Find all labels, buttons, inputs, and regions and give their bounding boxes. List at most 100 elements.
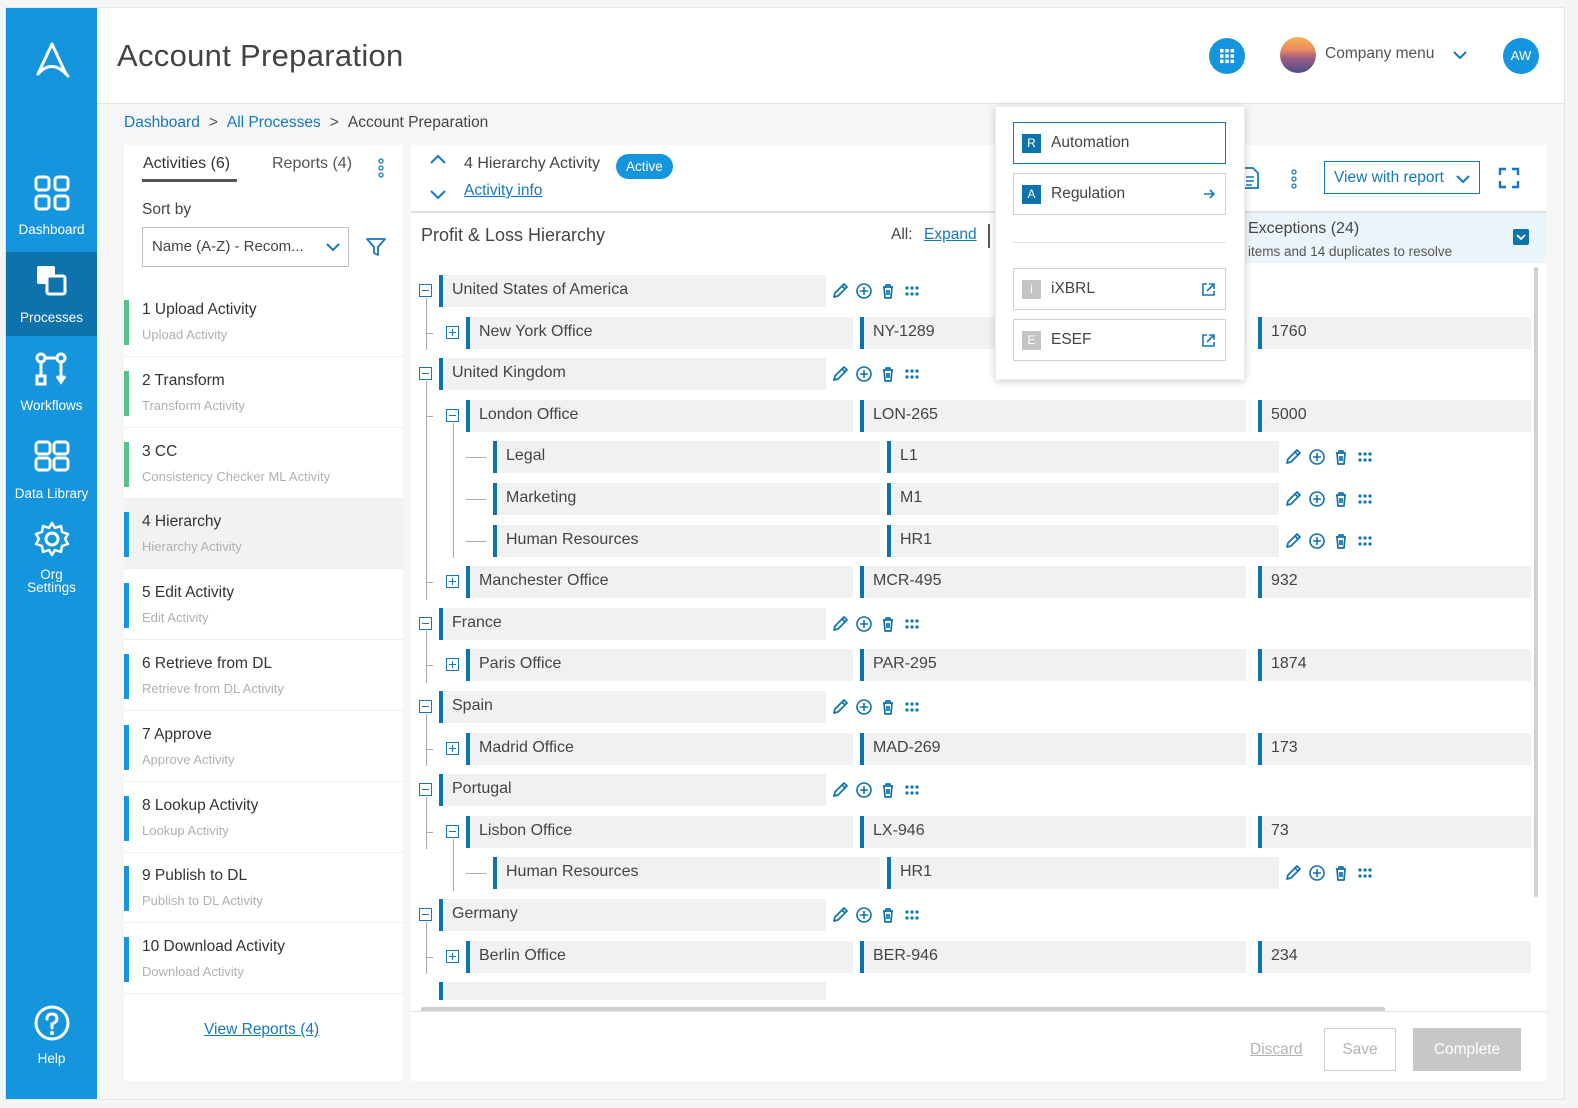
collapse-toggle[interactable] [419,700,432,713]
collapse-toggle[interactable] [446,408,459,422]
tree-node[interactable]: United States of America [439,275,826,307]
breadcrumb-all-processes[interactable]: All Processes [227,114,321,131]
amount-cell[interactable]: 5000 [1258,399,1531,432]
complete-button[interactable]: Complete [1413,1028,1521,1071]
trash-icon[interactable] [1332,490,1350,508]
app-logo[interactable] [30,38,74,82]
vertical-scrollbar[interactable] [1534,267,1538,897]
kebab-menu-icon[interactable] [1291,169,1297,189]
amount-cell[interactable]: 173 [1258,732,1531,765]
expand-all-link[interactable]: Expand [924,226,977,244]
tree-node[interactable]: Lisbon Office [466,815,853,848]
tree-node[interactable]: Marketing [493,483,880,515]
trash-icon[interactable] [879,698,897,716]
tree-node[interactable]: United Kingdom [439,358,826,391]
activity-list-item[interactable]: 2 Transform Transform Activity [124,357,403,428]
trash-icon[interactable] [1332,532,1350,550]
drag-handle-icon[interactable] [903,365,921,383]
tree-node[interactable]: Human Resources [493,857,880,890]
amount-cell[interactable]: 1874 [1258,649,1531,682]
chevron-down-icon[interactable] [1453,50,1467,60]
activity-list-item[interactable]: 6 Retrieve from DL Retrieve from DL Activ… [124,641,403,711]
tree-node[interactable] [439,982,826,1000]
edit-icon[interactable] [831,906,849,924]
drag-handle-icon[interactable] [903,906,921,924]
drag-handle-icon[interactable] [903,698,921,716]
add-icon[interactable] [855,906,873,924]
amount-cell[interactable]: 1760 [1258,316,1531,349]
add-icon[interactable] [1308,448,1326,466]
drag-handle-icon[interactable] [1356,864,1374,882]
tree-node[interactable]: Spain [439,691,826,723]
add-icon[interactable] [1308,532,1326,550]
drag-handle-icon[interactable] [903,781,921,799]
tree-node[interactable]: Germany [439,899,826,931]
amount-cell[interactable]: 234 [1258,940,1531,973]
trash-icon[interactable] [879,282,897,300]
view-with-report-button[interactable]: View with report [1324,161,1480,194]
activity-info-link[interactable]: Activity info [464,182,542,200]
collapse-toggle[interactable] [419,367,432,381]
edit-icon[interactable] [831,698,849,716]
exceptions-panel[interactable]: Exceptions (24) items and 14 duplicates … [1241,213,1546,263]
tree-node[interactable]: Berlin Office [466,940,853,973]
add-icon[interactable] [1308,490,1326,508]
add-icon[interactable] [855,781,873,799]
code-cell[interactable]: M1 [887,483,1279,515]
trash-icon[interactable] [879,365,897,383]
drag-handle-icon[interactable] [1356,448,1374,466]
collapse-toggle[interactable] [419,783,432,797]
tree-node[interactable]: Manchester Office [466,566,853,599]
code-cell[interactable]: MCR-495 [860,566,1246,599]
apps-button[interactable] [1209,38,1245,74]
amount-cell[interactable]: 73 [1258,815,1531,848]
tab-reports[interactable]: Reports (4) [272,155,352,173]
discard-button[interactable]: Discard [1250,1041,1303,1059]
expand-toggle[interactable] [446,325,459,339]
activity-list-item[interactable]: 1 Upload Activity Upload Activity [124,287,403,357]
add-icon[interactable] [855,365,873,383]
expand-toggle[interactable] [446,741,459,755]
user-avatar[interactable]: AW [1503,38,1539,74]
tab-activities[interactable]: Activities (6) [143,155,230,173]
breadcrumb-dashboard[interactable]: Dashboard [124,114,200,131]
kebab-menu-icon[interactable] [378,158,384,178]
sidebar-item-org-settings[interactable]: Org Settings [6,512,97,596]
edit-icon[interactable] [1284,864,1302,882]
activity-list-item[interactable]: 5 Edit Activity Edit Activity [124,570,403,641]
help-button[interactable]: Help [6,1002,97,1086]
activity-list-item[interactable]: 3 CC Consistency Checker ML Activity [124,428,403,499]
menu-item-ixbrl[interactable]: i iXBRL [1013,268,1226,310]
view-reports-link[interactable]: View Reports (4) [204,1021,319,1039]
add-icon[interactable] [855,615,873,633]
add-icon[interactable] [855,698,873,716]
tree-node[interactable]: Madrid Office [466,732,853,765]
activity-list-item[interactable]: 10 Download Activity Download Activity [124,924,403,995]
activity-list-item[interactable]: 7 Approve Approve Activity [124,711,403,782]
sort-select[interactable]: Name (A-Z) - Recom... [142,227,349,267]
collapse-toggle[interactable] [419,284,432,297]
chevron-up-icon[interactable] [429,153,447,165]
edit-icon[interactable] [831,365,849,383]
trash-icon[interactable] [1332,448,1350,466]
fullscreen-icon[interactable] [1498,167,1520,189]
sidebar-item-processes[interactable]: Processes [6,252,97,336]
trash-icon[interactable] [1332,864,1350,882]
edit-icon[interactable] [1284,448,1302,466]
tree-node[interactable]: France [439,607,826,640]
tree-node[interactable]: Legal [493,441,880,474]
chevron-down-icon[interactable] [429,189,447,201]
tree-node[interactable]: Paris Office [466,649,853,682]
sidebar-item-data-library[interactable]: Data Library [6,428,97,512]
activity-list-item[interactable]: 9 Publish to DL Publish to DL Activity [124,853,403,924]
drag-handle-icon[interactable] [1356,532,1374,550]
tree-node[interactable]: Portugal [439,774,826,807]
filter-icon[interactable] [365,236,387,258]
company-avatar[interactable] [1280,37,1316,73]
expand-toggle[interactable] [446,658,459,672]
edit-icon[interactable] [1284,532,1302,550]
sidebar-item-dashboard[interactable]: Dashboard [6,164,97,248]
add-icon[interactable] [1308,864,1326,882]
drag-handle-icon[interactable] [903,615,921,633]
trash-icon[interactable] [879,906,897,924]
